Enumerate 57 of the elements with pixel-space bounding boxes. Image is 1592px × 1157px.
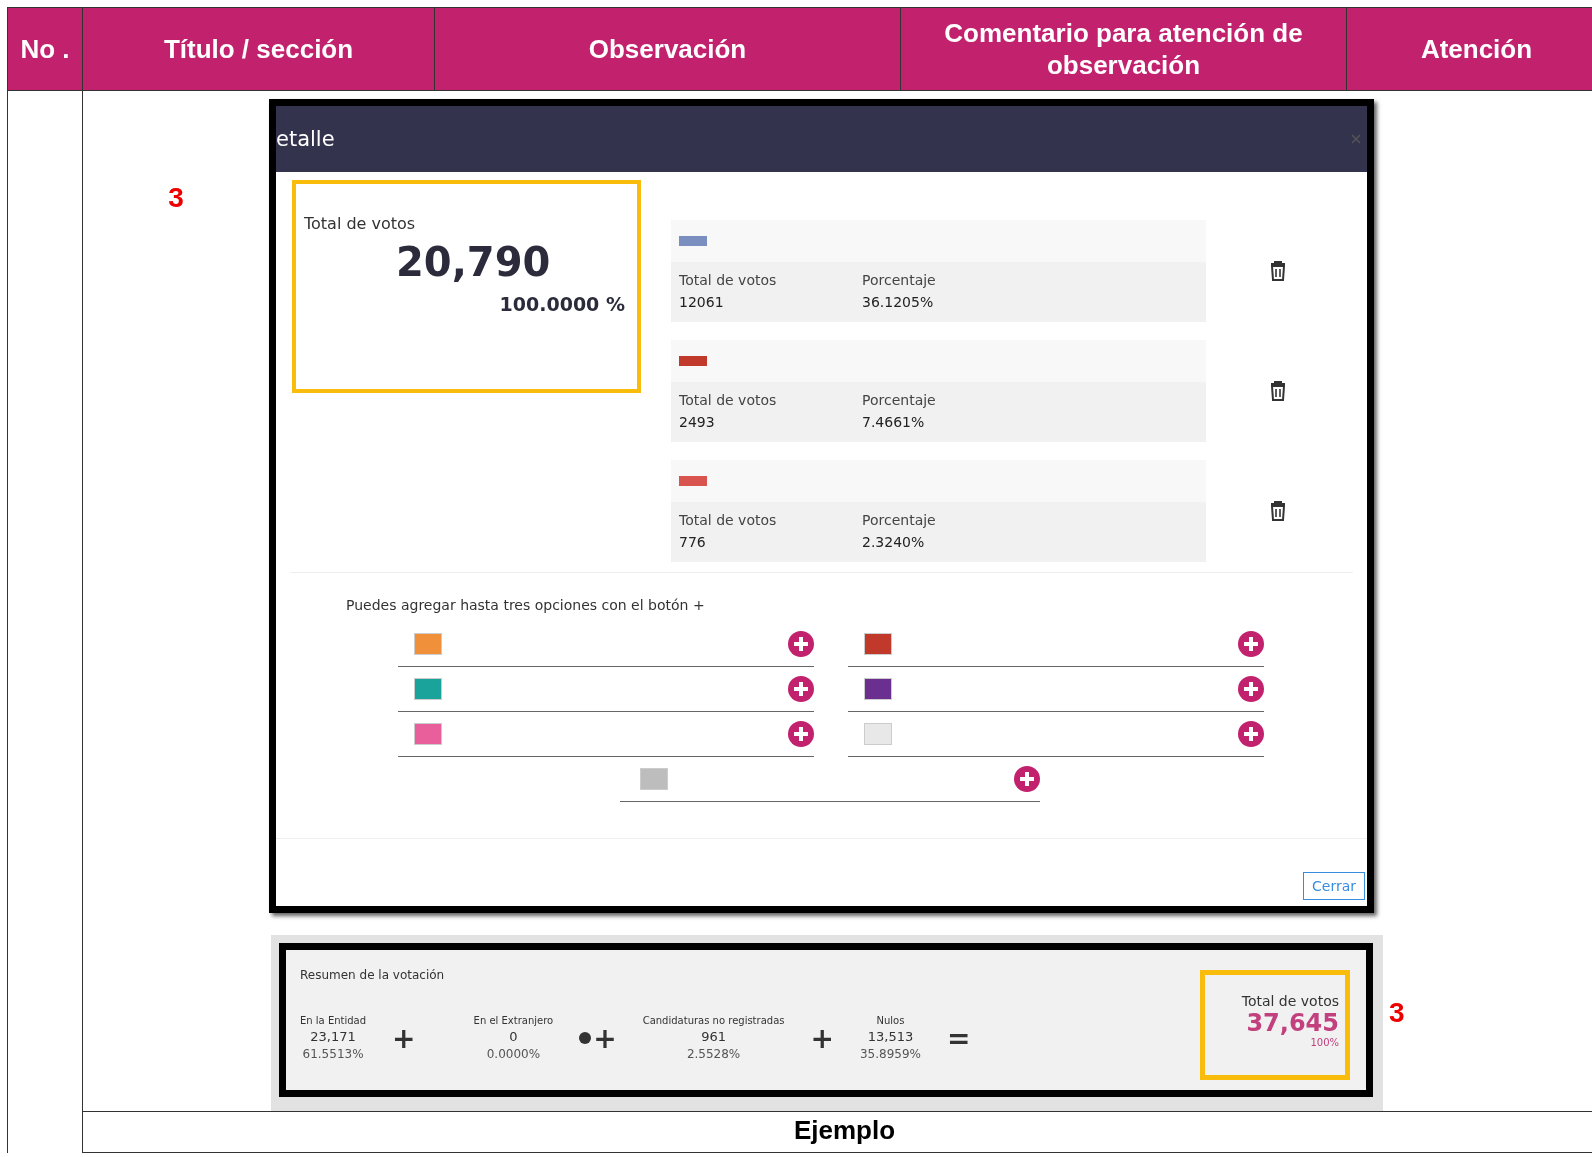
summary-value: 0: [509, 1029, 518, 1044]
add-icon[interactable]: [1014, 766, 1040, 792]
summary-value: 961: [701, 1029, 726, 1044]
operator-sign: =: [946, 1021, 971, 1055]
add-icon[interactable]: [788, 631, 814, 657]
column-header: Comentario para atención de observación: [900, 7, 1347, 91]
add-icon[interactable]: [1238, 721, 1264, 747]
votes-value: 776: [679, 534, 707, 550]
summary-label: Candidaturas no registradas: [642, 1015, 785, 1026]
column-header: Título / sección: [82, 7, 435, 91]
add-icon[interactable]: [788, 721, 814, 747]
total-label: Total de votos: [304, 214, 417, 233]
operator-sign: +: [593, 1021, 617, 1055]
summary-label: En el Extranjero: [473, 1015, 554, 1026]
total-label: Total de votos: [1241, 993, 1339, 1009]
votes-label: Total de votos: [679, 272, 778, 288]
operator-sign: +: [810, 1021, 834, 1055]
percent-value: 7.4661%: [862, 414, 926, 430]
add-icon[interactable]: [1238, 631, 1264, 657]
operator-sign: +: [392, 1021, 416, 1055]
total-value: 37,645: [1246, 1009, 1339, 1037]
votes-value: 12061: [679, 294, 725, 310]
example-caption: Ejemplo: [793, 1115, 896, 1145]
total-percent: 100.0000 %: [498, 293, 625, 315]
percent-label: Porcentaje: [862, 512, 937, 528]
percent-value: 36.1205%: [862, 294, 935, 310]
add-icon[interactable]: [788, 676, 814, 702]
column-header: No .: [7, 7, 83, 91]
note-number: 3: [168, 184, 184, 212]
trash-icon[interactable]: [1270, 381, 1286, 401]
dialog-title: etalle: [276, 127, 335, 151]
trash-icon[interactable]: [1270, 261, 1286, 281]
summary-label: En la Entidad: [300, 1015, 367, 1026]
column-header: Observación: [434, 7, 901, 91]
hint-text: Puedes agregar hasta tres opciones con el botón +: [346, 597, 705, 613]
votes-label: Total de votos: [679, 512, 778, 528]
summary-value: 13,513: [867, 1029, 914, 1044]
summary-percent: 35.8959%: [859, 1047, 921, 1061]
column-header: Atención: [1346, 7, 1592, 91]
summary-percent: 61.5513%: [302, 1047, 364, 1061]
summary-percent: 2.5528%: [686, 1047, 741, 1061]
info-icon[interactable]: [579, 1032, 592, 1044]
close-button[interactable]: Cerrar: [1303, 872, 1365, 900]
note-number: 3: [1389, 999, 1405, 1027]
summary-value: 23,171: [310, 1029, 356, 1044]
votes-value: 2493: [679, 414, 716, 430]
percent-value: 2.3240%: [862, 534, 926, 550]
summary-title: Resumen de la votación: [300, 968, 446, 982]
percent-label: Porcentaje: [862, 392, 937, 408]
total-percent: 100%: [1310, 1037, 1339, 1048]
summary-percent: 0.0000%: [486, 1047, 541, 1061]
add-icon[interactable]: [1238, 676, 1264, 702]
summary-label: Nulos: [876, 1015, 905, 1026]
votes-label: Total de votos: [679, 392, 778, 408]
percent-label: Porcentaje: [862, 272, 937, 288]
trash-icon[interactable]: [1270, 501, 1286, 521]
total-value: 20,790: [395, 239, 552, 285]
